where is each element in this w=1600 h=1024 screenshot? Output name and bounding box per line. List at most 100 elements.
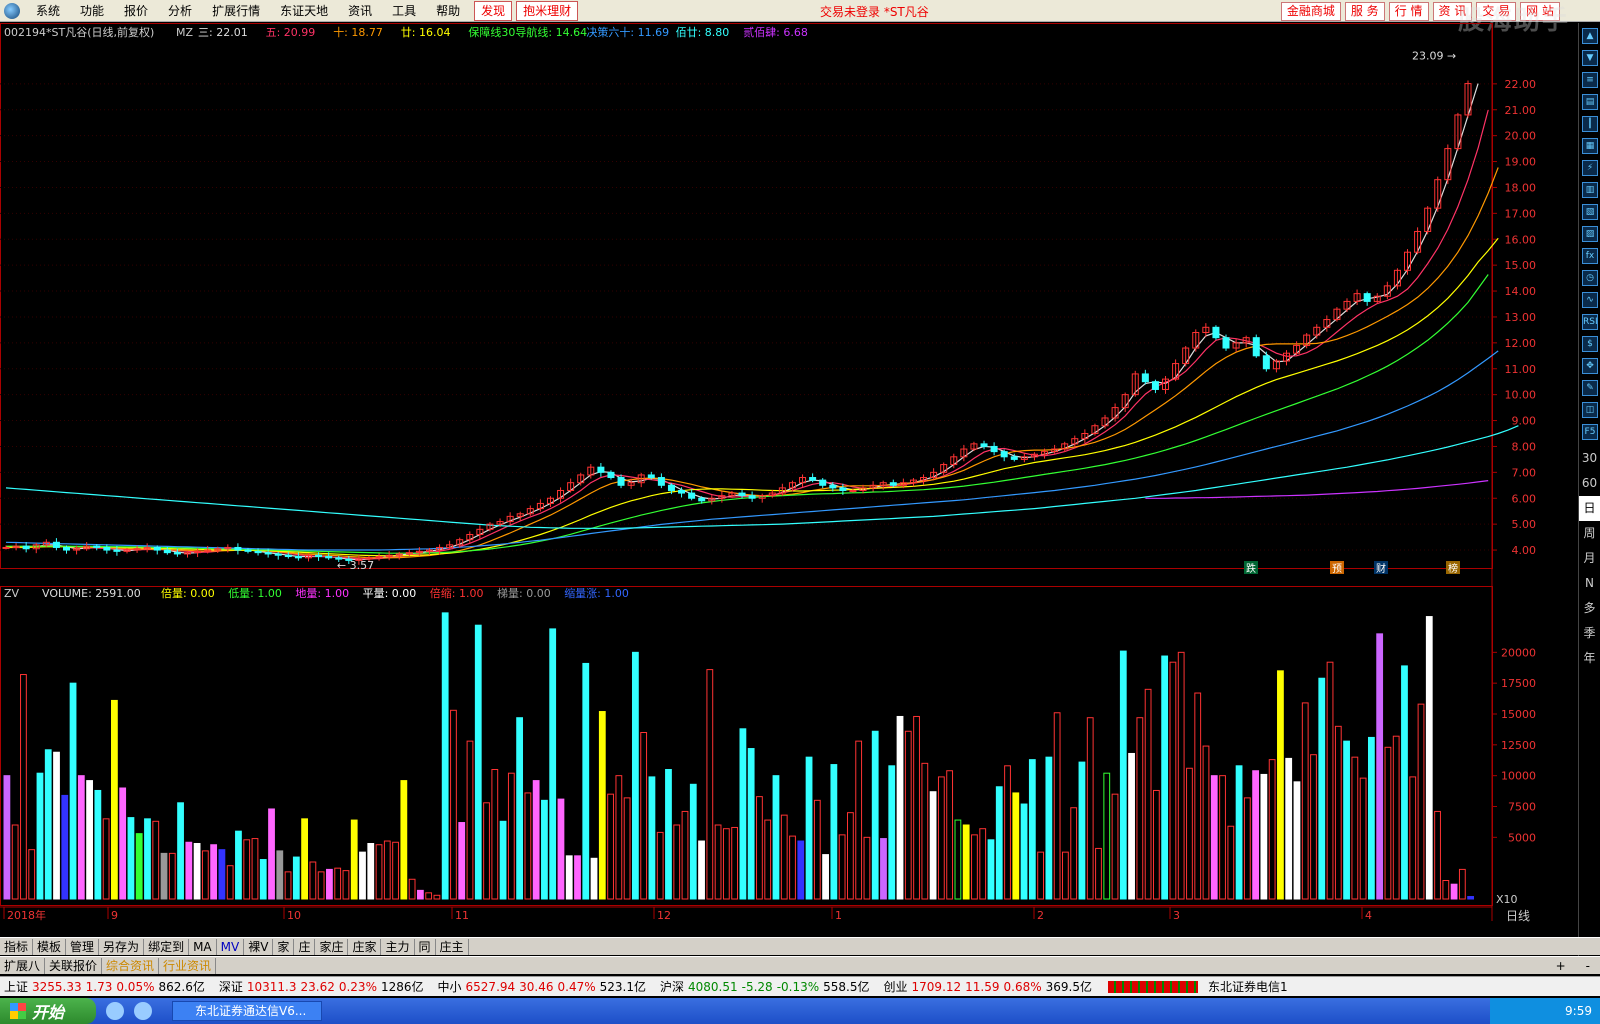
period-week[interactable]: 周 — [1579, 521, 1600, 546]
chart3-icon[interactable]: ▥ — [1582, 182, 1598, 198]
fx-icon[interactable]: fx — [1582, 248, 1598, 264]
period-day[interactable]: 日 — [1579, 496, 1600, 521]
volume-bar — [61, 794, 69, 900]
quote-name[interactable]: 上证 — [4, 978, 28, 995]
candle-body — [607, 471, 615, 479]
quote-name[interactable]: 创业 — [884, 978, 908, 995]
chart-icon[interactable]: ▤ — [1582, 94, 1598, 110]
media-icon[interactable] — [134, 1002, 152, 1020]
ie-icon[interactable] — [106, 1002, 124, 1020]
candle-body — [244, 549, 252, 552]
indicator-icon[interactable]: ≡ — [1582, 72, 1598, 88]
candle-body — [103, 546, 111, 551]
minus-button[interactable]: - — [1576, 959, 1600, 973]
period-quarter[interactable]: 季 — [1579, 621, 1600, 646]
volume-bar — [292, 856, 300, 900]
period-30[interactable]: 30 — [1579, 446, 1600, 471]
menu-function[interactable]: 功能 — [70, 1, 114, 21]
up-arrow-icon[interactable]: ▲ — [1582, 28, 1598, 44]
volume-bar — [400, 780, 408, 900]
tab-zhuangzhu[interactable]: 庄主 — [436, 938, 469, 955]
tab-main-force[interactable]: 主力 — [381, 938, 415, 955]
menu-analysis[interactable]: 分析 — [158, 1, 202, 21]
mall-button[interactable]: 金融商城 — [1280, 2, 1341, 21]
ma-legend-item: 五: 20.99 — [266, 26, 316, 39]
tab-mv[interactable]: MV — [217, 938, 245, 955]
period-year[interactable]: 年 — [1579, 646, 1600, 671]
kline-chart[interactable]: 002194 *ST凡谷(日线,前复权) MZ 三: 22.01 五: 20.99 十: … — [0, 23, 1578, 935]
volume-bar — [747, 748, 755, 900]
candle-body — [1000, 451, 1008, 458]
market-button[interactable]: 行 情 — [1388, 2, 1429, 21]
period-60[interactable]: 60 — [1579, 471, 1600, 496]
candle-icon[interactable]: ┃ — [1582, 116, 1598, 132]
tab-ma[interactable]: MA — [189, 938, 217, 955]
tab-extend-8[interactable]: 扩展八 — [0, 957, 46, 974]
candle-body — [294, 556, 302, 559]
rsi-icon[interactable]: RSI — [1582, 314, 1598, 330]
down-arrow-icon[interactable]: ▼ — [1582, 50, 1598, 66]
tab-save-as[interactable]: 另存为 — [99, 938, 145, 955]
candle-body — [113, 549, 121, 552]
candle-body — [22, 545, 30, 550]
start-button[interactable]: 开始 — [0, 998, 96, 1024]
menu-dongzheng[interactable]: 东证天地 — [270, 1, 338, 21]
macd-icon[interactable]: ∿ — [1582, 292, 1598, 308]
clock-icon[interactable]: ◷ — [1582, 270, 1598, 286]
plus-button[interactable]: + — [1546, 959, 1576, 973]
ma-legend-item: 三: 22.01 — [198, 26, 248, 39]
volume-bar — [1252, 770, 1260, 900]
candle-body — [1141, 373, 1149, 383]
volume-bar — [36, 772, 44, 900]
menu-quote[interactable]: 报价 — [114, 1, 158, 21]
volume-bar — [1119, 650, 1127, 900]
tab-template[interactable]: 模板 — [33, 938, 67, 955]
kline-icon[interactable]: ◫ — [1582, 402, 1598, 418]
move-icon[interactable]: ✥ — [1582, 358, 1598, 374]
tab-tong[interactable]: 同 — [415, 938, 436, 955]
period-label: 日线 — [1506, 909, 1530, 923]
quote-name[interactable]: 深证 — [219, 978, 243, 995]
menu-baomi-finance[interactable]: 抱米理财 — [516, 0, 579, 21]
candle-body — [163, 549, 171, 554]
tab-zhuangjia[interactable]: 庄家 — [348, 938, 382, 955]
menu-system[interactable]: 系统 — [26, 1, 70, 21]
tab-jia[interactable]: 家 — [273, 938, 295, 955]
f5-icon[interactable]: F5 — [1582, 424, 1598, 440]
flash-icon[interactable]: ⚡ — [1582, 160, 1598, 176]
period-multi[interactable]: 多 — [1579, 596, 1600, 621]
tab-zhuang[interactable]: 庄 — [294, 938, 316, 955]
service-button[interactable]: 服 务 — [1344, 2, 1385, 21]
quote-name[interactable]: 沪深 — [660, 978, 684, 995]
candle-body — [93, 545, 101, 548]
quote-name[interactable]: 中小 — [438, 978, 462, 995]
volume-bar — [1045, 756, 1053, 900]
tab-manage[interactable]: 管理 — [66, 938, 100, 955]
chart2-icon[interactable]: ▦ — [1582, 138, 1598, 154]
menu-news[interactable]: 资讯 — [338, 1, 382, 21]
tab-jiazhuang[interactable]: 家庄 — [315, 938, 349, 955]
menu-extended-quotes[interactable]: 扩展行情 — [202, 1, 270, 21]
tab-general-news[interactable]: 综合资讯 — [102, 957, 160, 974]
tab-industry-news[interactable]: 行业资讯 — [159, 957, 217, 974]
candle-body — [647, 474, 655, 479]
tab-related-quotes[interactable]: 关联报价 — [45, 957, 103, 974]
chart4-icon[interactable]: ▧ — [1582, 204, 1598, 220]
pen-icon[interactable]: ✎ — [1582, 380, 1598, 396]
candle-body — [849, 489, 857, 492]
menu-tools[interactable]: 工具 — [382, 1, 426, 21]
s-badge-icon[interactable]: $ — [1582, 336, 1598, 352]
chart5-icon[interactable]: ▨ — [1582, 226, 1598, 242]
tab-naked-v[interactable]: 裸V — [244, 938, 274, 955]
menu-discover[interactable]: 发现 — [474, 0, 513, 21]
period-n[interactable]: N — [1579, 571, 1600, 596]
candle-body — [254, 550, 262, 554]
volume-bar — [772, 775, 780, 900]
tab-bind-to[interactable]: 绑定到 — [144, 938, 190, 955]
task-tdx[interactable]: 东北证券通达信V6... — [172, 1001, 322, 1021]
period-month[interactable]: 月 — [1579, 546, 1600, 571]
menu-help[interactable]: 帮助 — [426, 1, 470, 21]
volume-bar — [607, 793, 614, 900]
tab-indicator[interactable]: 指标 — [0, 938, 34, 955]
volume-bar — [210, 844, 218, 900]
